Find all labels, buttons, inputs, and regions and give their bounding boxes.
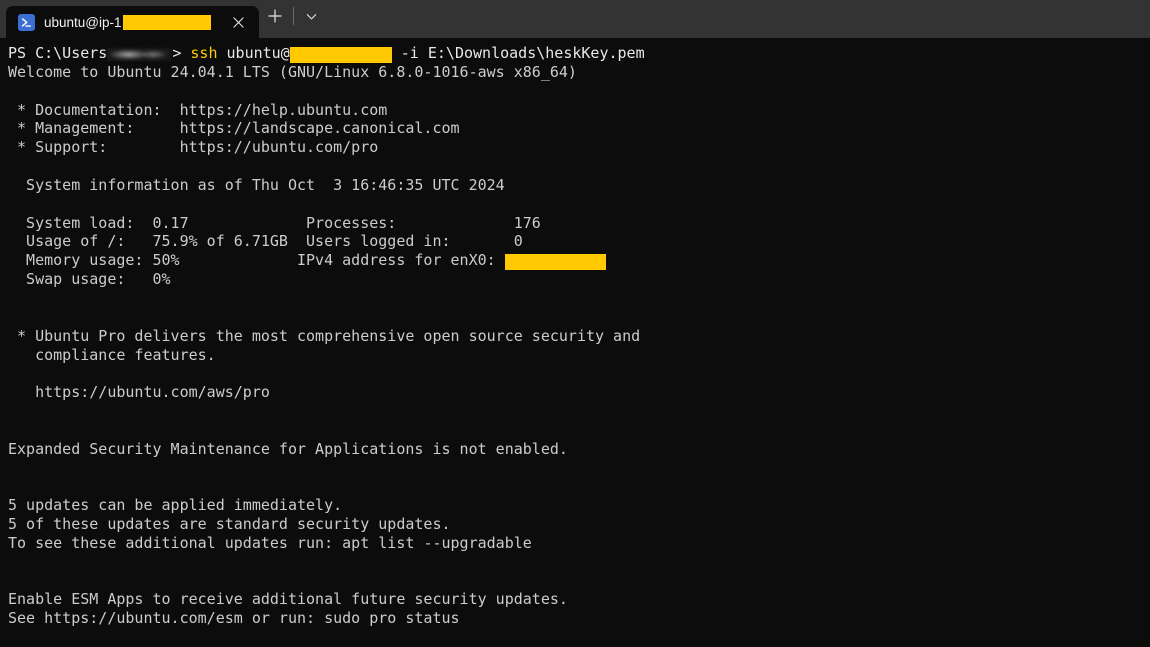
tab-title: ubuntu@ip-1 xyxy=(44,14,211,30)
doc-label-2: * Support: xyxy=(8,138,180,157)
sysinfo-left-label-0: System load: xyxy=(8,213,153,232)
chevron-down-icon[interactable] xyxy=(296,1,328,31)
sysinfo-left-value-1: 75.9% of 6.71GB xyxy=(152,232,288,251)
powershell-command-line: PS C:\Users > ssh ubuntu@ -i E:\Downloads… xyxy=(8,44,1150,63)
sysinfo-left-label-2: Memory usage: xyxy=(8,251,153,270)
tab-title-redaction xyxy=(122,14,211,30)
sysinfo-right-label-2: IPv4 address for enX0: xyxy=(297,251,505,270)
terminal-tab-active[interactable]: ubuntu@ip-1 xyxy=(6,6,259,38)
updates-line-3: To see these additional updates run: apt… xyxy=(8,533,532,552)
ssh-host-redaction xyxy=(289,47,392,63)
updates-line-2: 5 of these updates are standard security… xyxy=(8,515,451,534)
toolbar-divider xyxy=(292,7,294,25)
ubuntu-pro-line-1: * Ubuntu Pro delivers the most comprehen… xyxy=(8,326,641,345)
terminal-output[interactable]: PS C:\Users > ssh ubuntu@ -i E:\Downloads… xyxy=(0,38,1150,647)
esm-notice: Expanded Security Maintenance for Applic… xyxy=(8,439,568,458)
sysinfo-row-system-load: System load: 0.17 Processes: 176 xyxy=(8,214,1150,233)
sysinfo-row-usage-of-root: Usage of /: 75.9% of 6.71GB Users logged… xyxy=(8,232,1150,251)
powershell-icon xyxy=(18,13,35,31)
sysinfo-right-label-0: Processes: xyxy=(306,213,514,232)
doc-url-2: https://ubuntu.com/pro xyxy=(179,138,379,157)
tab-title-text: ubuntu@ip-1 xyxy=(44,14,122,30)
sysinfo-left-value-0: 0.17 xyxy=(152,213,189,232)
sysinfo-row-memory-usage: Memory usage: 50% IPv4 address for enX0: xyxy=(8,251,1150,271)
doc-url-1: https://landscape.canonical.com xyxy=(179,119,460,138)
sysinfo-row-swap-usage: Swap usage: 0% xyxy=(8,270,1150,289)
sysinfo-gap-1 xyxy=(288,232,306,250)
ssh-key-arg: -i E:\Downloads\heskKey.pem xyxy=(391,44,645,62)
sysinfo-left-value-2: 50% xyxy=(152,251,180,270)
ssh-user-arg: ubuntu@ xyxy=(217,44,290,62)
sysinfo-left-label-3: Swap usage: xyxy=(8,270,153,289)
doc-line-support: * Support: https://ubuntu.com/pro xyxy=(8,138,1150,157)
tab-strip: ubuntu@ip-1 xyxy=(0,0,259,38)
ubuntu-pro-line-2: compliance features. xyxy=(8,345,216,364)
esm-apps-line-2: See https://ubuntu.com/esm or run: sudo … xyxy=(8,609,460,628)
ps-prompt-prefix: PS C:\Users xyxy=(8,44,108,62)
title-bar: ubuntu@ip-1 xyxy=(0,0,1150,38)
updates-line-1: 5 updates can be applied immediately. xyxy=(8,496,343,515)
new-tab-icon[interactable] xyxy=(259,1,291,31)
doc-line-documentation: * Documentation: https://help.ubuntu.com xyxy=(8,101,1150,120)
system-information-header: System information as of Thu Oct 3 16:46… xyxy=(8,175,505,194)
sysinfo-left-value-3: 0% xyxy=(152,270,171,289)
sysinfo-right-value-0: 176 xyxy=(513,213,541,232)
username-blur-redaction xyxy=(107,48,172,61)
sysinfo-right-label-1: Users logged in: xyxy=(306,232,514,251)
sysinfo-gap-2 xyxy=(180,251,297,269)
doc-url-0: https://help.ubuntu.com xyxy=(179,100,388,119)
esm-apps-line-1: Enable ESM Apps to receive additional fu… xyxy=(8,590,568,609)
sysinfo-right-value-1: 0 xyxy=(513,232,523,251)
ps-prompt-caret: > xyxy=(172,44,191,62)
doc-label-1: * Management: xyxy=(8,119,180,138)
tab-bar-actions xyxy=(259,0,328,38)
ubuntu-pro-url: https://ubuntu.com/aws/pro xyxy=(8,383,270,402)
ssh-command-name: ssh xyxy=(190,44,218,62)
ipv4-address-redaction xyxy=(504,254,606,271)
sysinfo-left-label-1: Usage of /: xyxy=(8,232,153,251)
sysinfo-gap-0 xyxy=(189,214,306,232)
doc-label-0: * Documentation: xyxy=(8,100,180,119)
close-icon[interactable] xyxy=(225,9,253,35)
doc-line-management: * Management: https://landscape.canonica… xyxy=(8,119,1150,138)
welcome-line: Welcome to Ubuntu 24.04.1 LTS (GNU/Linux… xyxy=(8,62,577,81)
